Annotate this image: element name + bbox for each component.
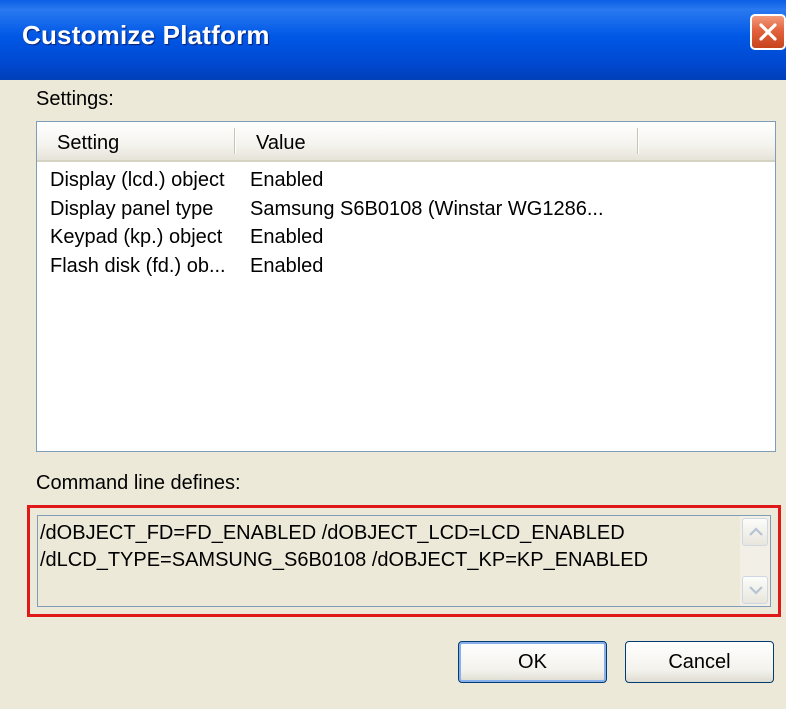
column-header-value[interactable]: Value: [256, 132, 306, 155]
close-x-icon: [759, 23, 777, 41]
setting-name: Flash disk (fd.) ob...: [50, 255, 226, 277]
column-separator[interactable]: [234, 128, 236, 154]
chevron-down-icon: [749, 586, 763, 595]
ok-button[interactable]: OK: [458, 641, 607, 683]
chevron-up-icon: [749, 527, 763, 536]
setting-value: Enabled: [250, 226, 324, 248]
setting-name: Display (lcd.) object: [50, 169, 225, 191]
setting-value: Samsung S6B0108 (Winstar WG1286...: [250, 198, 604, 220]
setting-name: Display panel type: [50, 198, 214, 220]
setting-name: Keypad (kp.) object: [50, 226, 223, 248]
dialog-title: Customize Platform: [22, 20, 270, 50]
command-line-textbox[interactable]: /dOBJECT_FD=FD_ENABLED /dOBJECT_LCD=LCD_…: [37, 515, 771, 607]
command-line-highlight: /dOBJECT_FD=FD_ENABLED /dOBJECT_LCD=LCD_…: [27, 505, 781, 617]
command-line-text: /dOBJECT_FD=FD_ENABLED /dOBJECT_LCD=LCD_…: [40, 522, 625, 544]
title-bar[interactable]: Customize Platform: [0, 0, 786, 80]
cancel-button[interactable]: Cancel: [625, 641, 774, 683]
settings-label: Settings:: [36, 88, 114, 110]
scroll-down-button[interactable]: [742, 576, 768, 604]
command-line-label: Command line defines:: [36, 472, 241, 494]
settings-list-header: Setting Value: [37, 122, 775, 162]
close-button[interactable]: [750, 14, 786, 50]
settings-list[interactable]: Setting Value Display (lcd.) object Enab…: [36, 121, 776, 452]
setting-value: Enabled: [250, 255, 324, 277]
customize-platform-dialog: Customize Platform Settings: Setting Val…: [0, 0, 786, 709]
scroll-up-button[interactable]: [742, 518, 768, 546]
setting-value: Enabled: [250, 169, 324, 191]
column-separator[interactable]: [637, 128, 639, 154]
column-header-setting[interactable]: Setting: [57, 132, 119, 155]
command-line-text: /dLCD_TYPE=SAMSUNG_S6B0108 /dOBJECT_KP=K…: [40, 549, 649, 571]
vertical-scrollbar[interactable]: [740, 516, 770, 606]
